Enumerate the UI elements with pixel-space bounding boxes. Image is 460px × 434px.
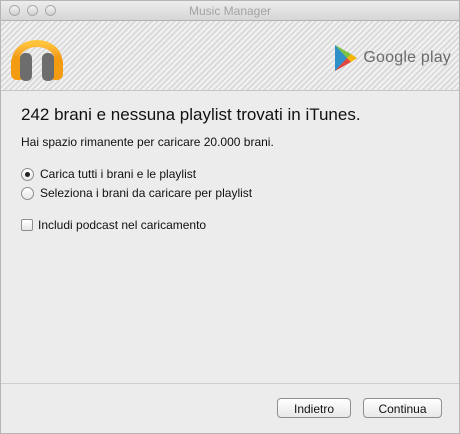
info-text: Hai spazio rimanente per caricare 20.000… (21, 135, 274, 149)
continue-button[interactable]: Continua (363, 398, 442, 418)
google-play-icon (335, 45, 358, 71)
radio-button-all[interactable] (21, 167, 34, 181)
headphones-icon (9, 23, 65, 83)
radio-button-by-playlist[interactable] (21, 186, 34, 200)
radio-option-all[interactable]: Carica tutti i brani e le playlist (21, 167, 196, 181)
radio-label-by-playlist: Seleziona i brani da caricare per playli… (40, 186, 253, 200)
radio-label-all: Carica tutti i brani e le playlist (40, 167, 197, 181)
back-button[interactable]: Indietro (277, 398, 351, 418)
footer-divider (1, 383, 459, 384)
podcast-checkbox[interactable] (21, 219, 33, 231)
podcast-checkbox-option[interactable]: Includi podcast nel caricamento (21, 218, 206, 232)
radio-selected-dot (25, 171, 30, 177)
google-play-wordmark: Google play (363, 49, 451, 66)
title-bar: Music Manager (1, 1, 459, 21)
music-manager-window: Music Manager Google play 242 brani e ne… (0, 0, 460, 434)
podcast-checkbox-label: Includi podcast nel caricamento (38, 218, 207, 232)
header-banner: Google play (1, 21, 459, 91)
radio-option-by-playlist[interactable]: Seleziona i brani da caricare per playli… (21, 186, 252, 200)
page-heading: 242 brani e nessuna playlist trovati in … (21, 105, 361, 124)
google-play-logo: Google play (333, 43, 451, 73)
window-title: Music Manager (188, 4, 272, 18)
